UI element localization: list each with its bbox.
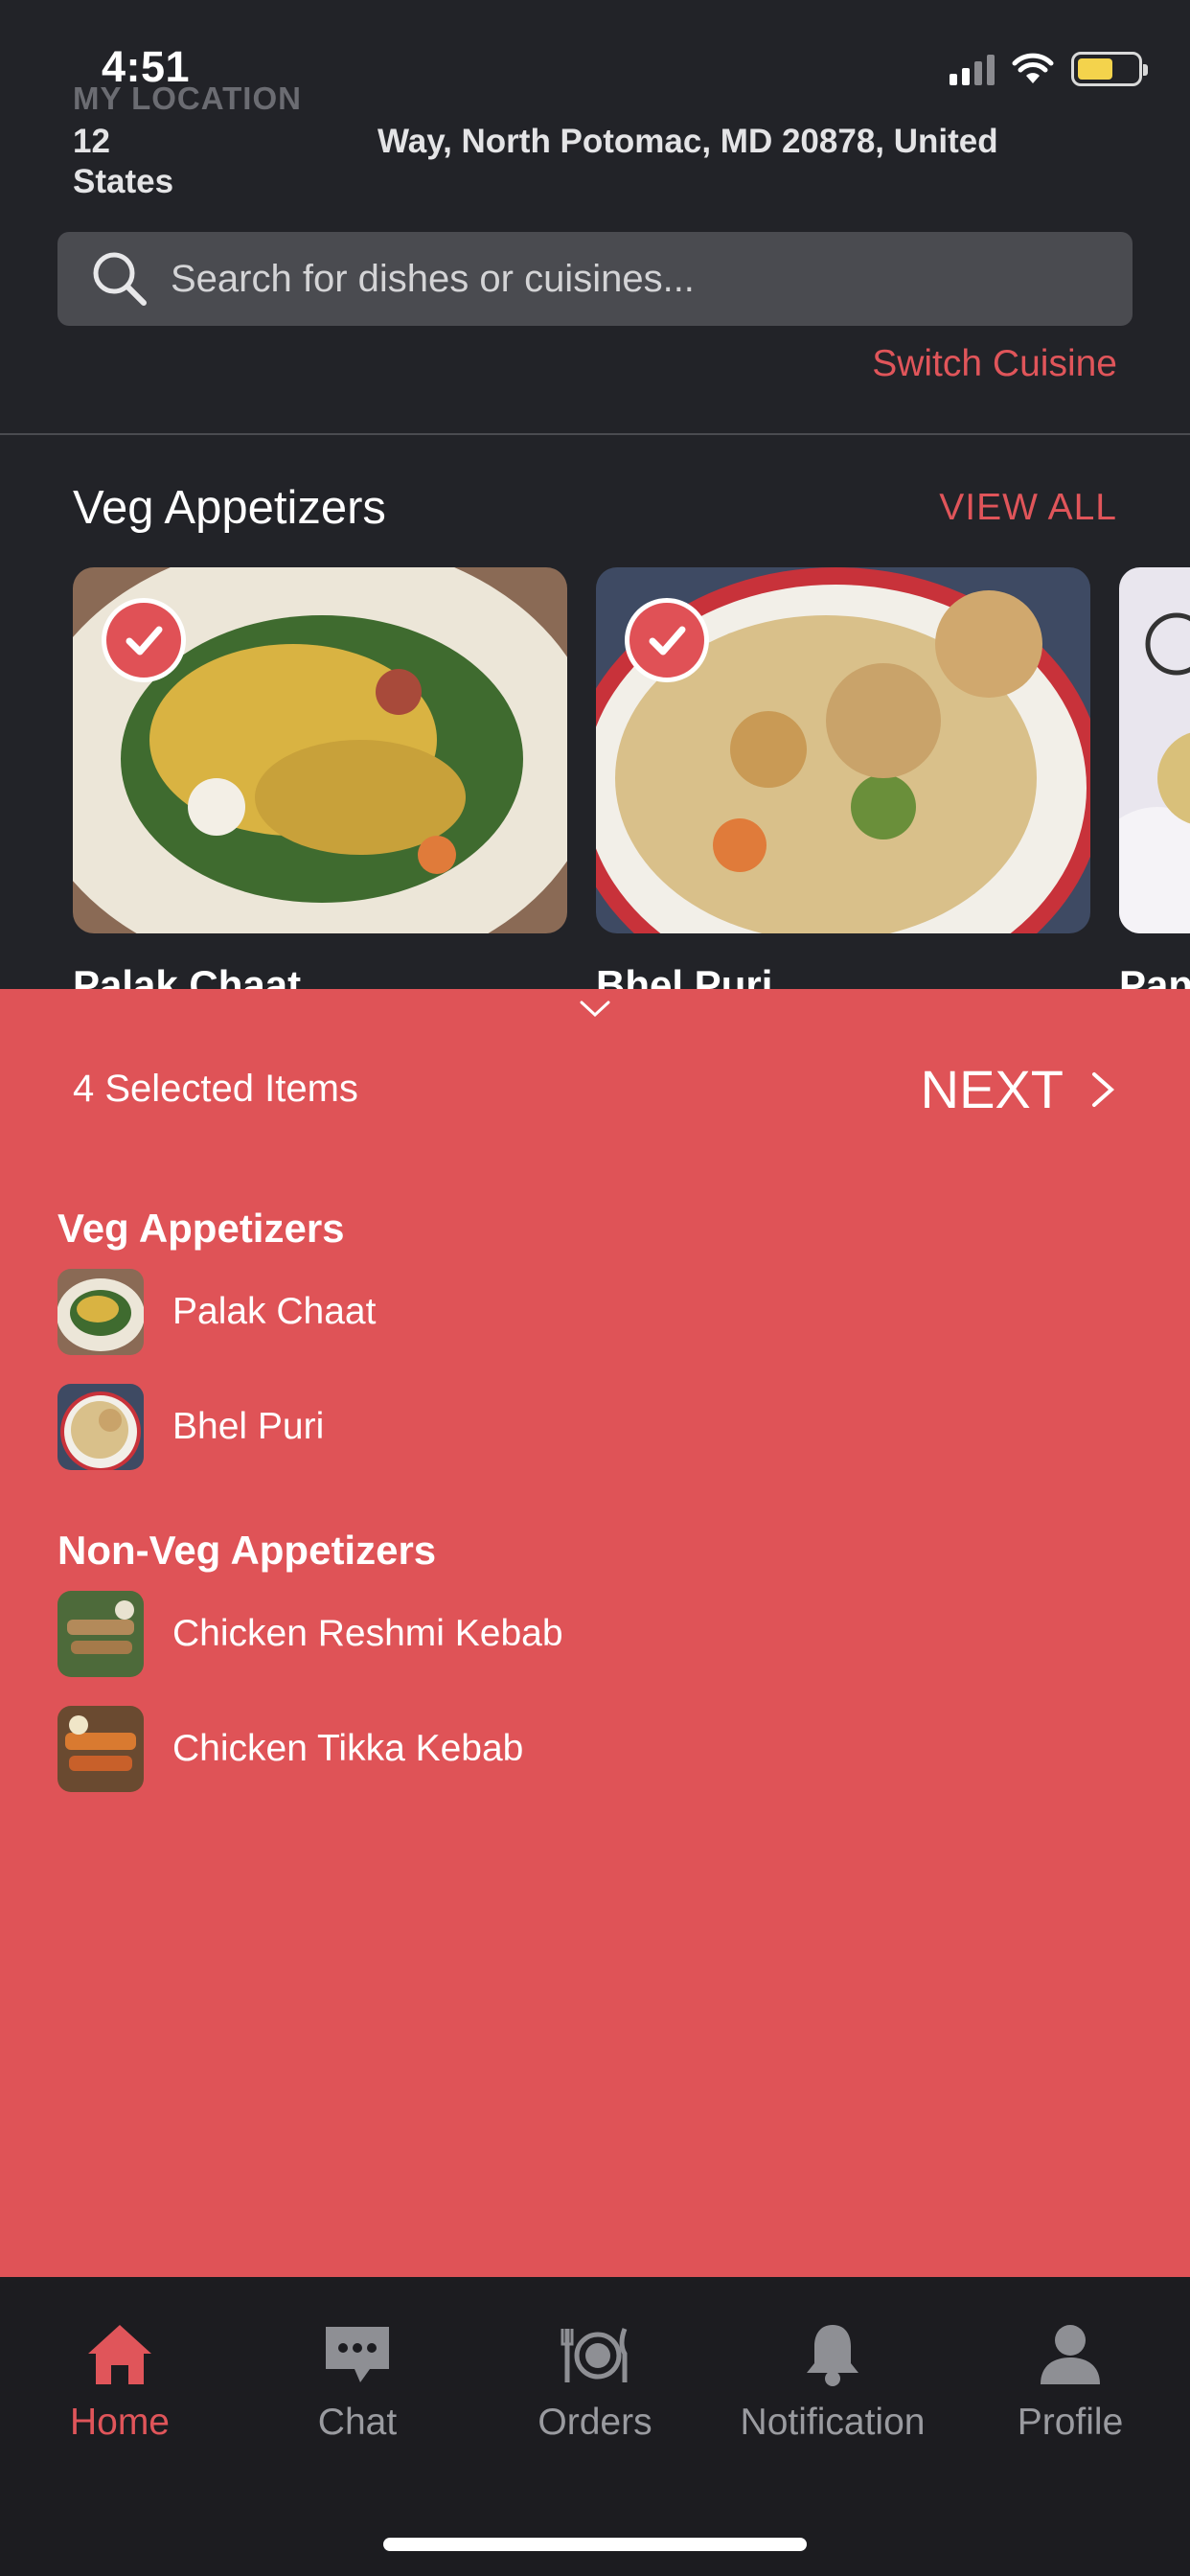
- item-thumbnail: [57, 1706, 144, 1792]
- group-title: Non-Veg Appetizers: [57, 1528, 437, 1573]
- view-all-link[interactable]: VIEW ALL: [939, 487, 1117, 529]
- tab-bar: Home Chat Orders Notification Profile: [0, 2277, 1190, 2576]
- list-item[interactable]: Chicken Reshmi Kebab: [57, 1591, 563, 1677]
- tab-label: Home: [69, 2402, 171, 2443]
- tab-notification[interactable]: Notification: [722, 2321, 943, 2444]
- selected-items-count: 4 Selected Items: [73, 1068, 358, 1110]
- item-label: Palak Chaat: [172, 1291, 377, 1332]
- search-bar[interactable]: [57, 232, 1133, 326]
- selected-check-icon: [102, 598, 186, 682]
- tab-profile[interactable]: Profile: [960, 2321, 1180, 2444]
- switch-cuisine-link[interactable]: Switch Cuisine: [872, 343, 1117, 385]
- tab-label: Chat: [317, 2402, 398, 2443]
- selected-check-icon: [625, 598, 709, 682]
- dish-image: [1119, 567, 1190, 933]
- item-label: Chicken Reshmi Kebab: [172, 1613, 563, 1654]
- search-icon: [93, 252, 147, 306]
- tab-label: Notification: [740, 2402, 926, 2443]
- item-thumbnail: [57, 1384, 144, 1470]
- orders-icon: [561, 2328, 628, 2382]
- location-label: MY LOCATION: [73, 80, 302, 116]
- item-thumbnail: [57, 1269, 144, 1355]
- bell-icon: [807, 2325, 858, 2386]
- list-item[interactable]: Chicken Tikka Kebab: [57, 1706, 523, 1792]
- divider: [0, 433, 1190, 435]
- list-item[interactable]: Palak Chaat: [57, 1269, 376, 1355]
- tab-orders[interactable]: Orders: [485, 2321, 705, 2444]
- next-button[interactable]: NEXT: [921, 1058, 1117, 1120]
- dish-card-palak-chaat[interactable]: [73, 567, 567, 933]
- location-address-line[interactable]: Way, North Potomac, MD 20878, United: [378, 123, 998, 161]
- search-input[interactable]: [171, 257, 1133, 301]
- battery-icon: [1071, 52, 1148, 86]
- tab-label: Orders: [538, 2402, 652, 2443]
- section-title: Veg Appetizers: [73, 482, 386, 534]
- home-icon: [88, 2325, 151, 2384]
- status-icons: [950, 52, 1148, 86]
- dish-card-bhel-puri[interactable]: [596, 567, 1090, 933]
- next-button-label: NEXT: [920, 1059, 1064, 1119]
- wifi-icon: [1012, 53, 1054, 83]
- tab-label: Profile: [1017, 2402, 1124, 2443]
- item-label: Chicken Tikka Kebab: [172, 1728, 524, 1769]
- profile-icon: [1041, 2325, 1100, 2384]
- item-label: Bhel Puri: [172, 1406, 325, 1447]
- group-title: Veg Appetizers: [57, 1206, 345, 1251]
- chevron-right-icon: [1092, 1071, 1115, 1107]
- collapse-chevron-icon[interactable]: [579, 999, 611, 1020]
- cellular-signal-icon: [950, 53, 995, 85]
- selected-items-sheet: 4 Selected Items NEXT Veg Appetizers Pal…: [0, 989, 1190, 2277]
- location-address-line2[interactable]: States: [73, 163, 173, 201]
- tab-home[interactable]: Home: [10, 2321, 230, 2444]
- tab-chat[interactable]: Chat: [247, 2321, 468, 2444]
- location-address-start[interactable]: 12: [73, 123, 110, 161]
- item-thumbnail: [57, 1591, 144, 1677]
- chat-icon: [326, 2327, 389, 2382]
- home-indicator[interactable]: [383, 2538, 807, 2551]
- list-item[interactable]: Bhel Puri: [57, 1384, 324, 1470]
- dish-card-partial[interactable]: [1119, 567, 1190, 933]
